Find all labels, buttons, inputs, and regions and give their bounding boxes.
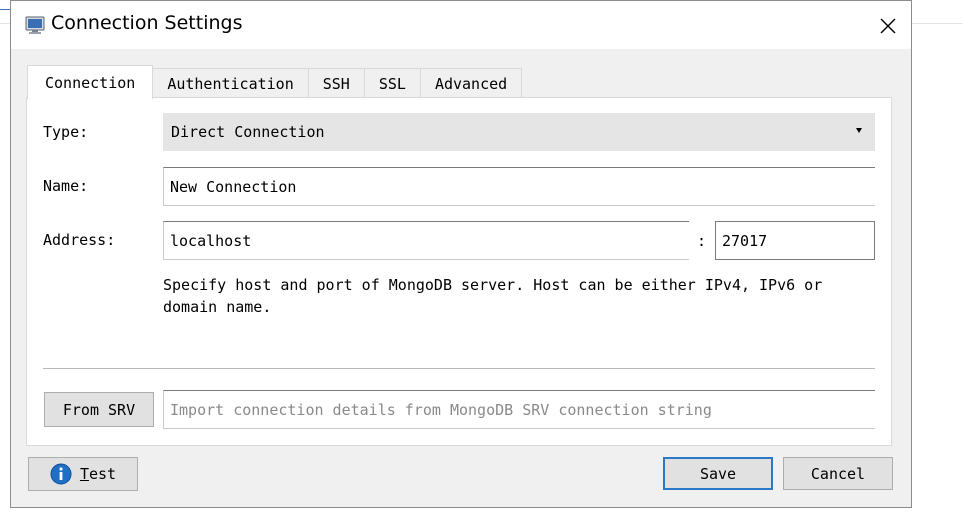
divider	[43, 368, 875, 369]
test-button-mnemonic: T	[79, 465, 89, 483]
name-label: Name:	[43, 177, 89, 195]
window-title: Connection Settings	[51, 12, 243, 34]
close-icon	[880, 18, 896, 34]
host-port-separator: :	[697, 232, 707, 250]
title-bar[interactable]: Connection Settings	[11, 1, 911, 49]
srv-connection-string-input[interactable]: Import connection details from MongoDB S…	[163, 390, 875, 429]
connection-settings-dialog: Connection Settings Connection Authentic…	[10, 0, 912, 508]
address-label: Address:	[43, 231, 116, 249]
address-hint-text: Specify host and port of MongoDB server.…	[163, 276, 823, 316]
tab-bar: Connection Authentication SSH SSL Advanc…	[27, 65, 523, 99]
close-button[interactable]	[871, 9, 905, 43]
host-input[interactable]: localhost	[163, 221, 689, 260]
tab-ssh[interactable]: SSH	[307, 68, 365, 99]
connection-type-value: Direct Connection	[171, 123, 325, 141]
tab-connection[interactable]: Connection	[27, 65, 154, 99]
save-button[interactable]: Save	[663, 457, 773, 490]
tab-authentication[interactable]: Authentication	[152, 68, 309, 99]
connection-tab-panel: Type: Direct Connection Name: New Connec…	[26, 97, 892, 446]
connection-type-select[interactable]: Direct Connection	[163, 113, 875, 151]
cancel-button[interactable]: Cancel	[783, 457, 893, 490]
tab-ssl[interactable]: SSL	[363, 68, 421, 99]
tab-advanced[interactable]: Advanced	[419, 68, 523, 99]
app-computer-icon	[25, 15, 45, 35]
test-button-label: est	[88, 465, 117, 483]
connection-name-input[interactable]: New Connection	[163, 167, 875, 206]
background-link-fragment	[0, 0, 10, 10]
port-input[interactable]: 27017	[715, 221, 875, 260]
from-srv-button[interactable]: From SRV	[44, 392, 154, 427]
type-label: Type:	[43, 123, 89, 141]
dropdown-arrow-icon	[856, 128, 862, 133]
test-button[interactable]: Test	[28, 457, 138, 491]
info-icon	[50, 463, 72, 485]
